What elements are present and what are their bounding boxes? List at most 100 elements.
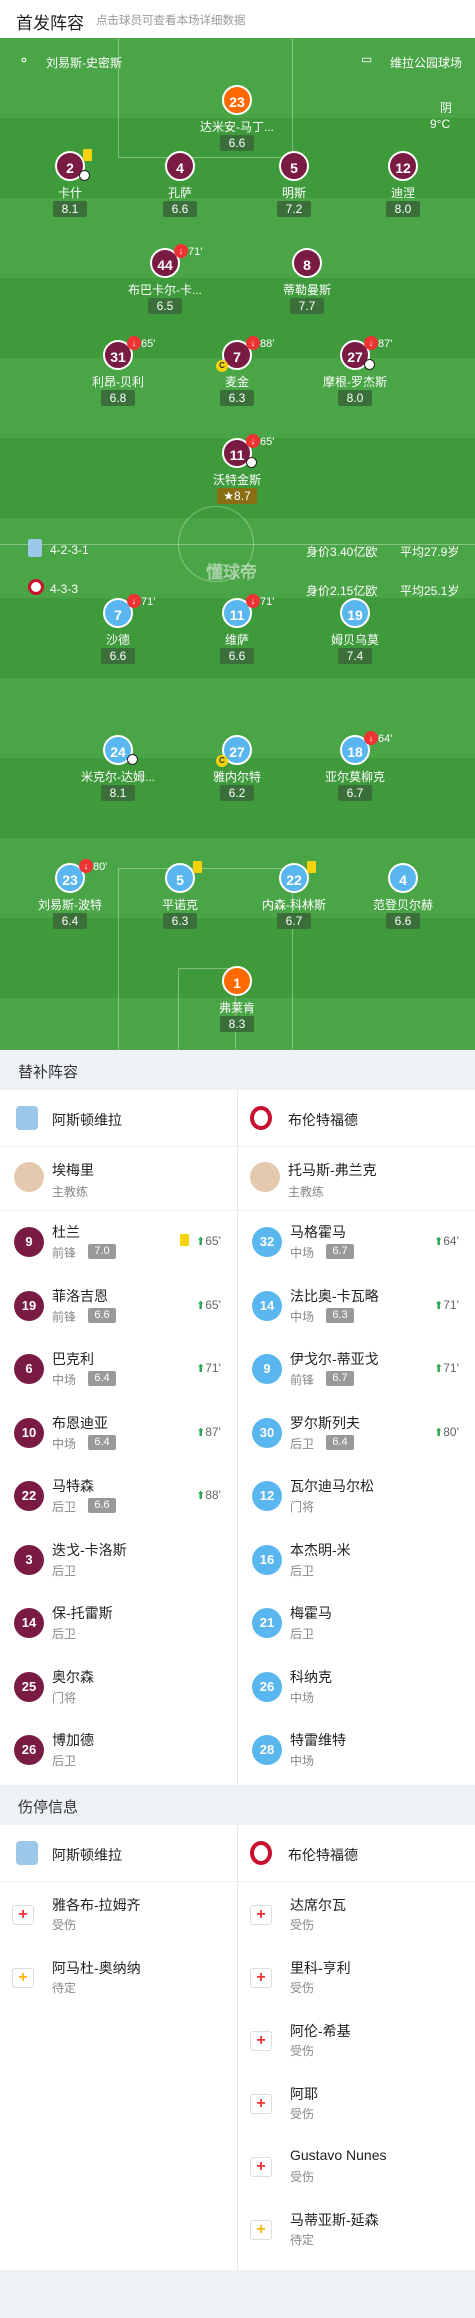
away-injury-row[interactable]: + 达席尔瓦 受伤 [238, 1881, 475, 1944]
injury-status: 受伤 [290, 1918, 315, 1932]
away-sub-row[interactable]: 28 特雷维特 中场 [238, 1718, 475, 1781]
player-rating: 6.4 [53, 913, 87, 929]
player-rating: 6.6 [220, 648, 254, 664]
away-injury-row[interactable]: + 里科-亨利 受伤 [238, 1944, 475, 2007]
home-player[interactable]: 31 利昂-贝利 6.8 ↓ 65' [73, 336, 163, 416]
home-sub-row[interactable]: 22 马特森 后卫 6.6 ⬆88' [0, 1464, 237, 1527]
home-player[interactable]: 27 摩根-罗杰斯 8.0 ↓ 87' [310, 336, 400, 416]
away-sub-row[interactable]: 32 马格霍马 中场 6.7 ⬆64' [238, 1210, 475, 1273]
away-player[interactable]: 19 姆贝乌莫 7.4 [310, 598, 400, 674]
away-sub-row[interactable]: 12 瓦尔迪马尔松 门将 [238, 1464, 475, 1527]
away-player[interactable]: 27 雅内尔特 6.2 C [192, 735, 282, 811]
away-player[interactable]: 5 平诺克 6.3 [135, 861, 225, 939]
player-name: 卡什 [57, 186, 82, 200]
away-crest-icon [28, 579, 44, 595]
sub-rating: 6.6 [88, 1498, 116, 1513]
away-player[interactable]: 23 刘易斯-波特 6.4 ↓ 80' [25, 859, 115, 939]
injured-player-name: 阿耶 [290, 2086, 318, 2102]
away-player[interactable]: 24 米克尔-达姆... 8.1 [73, 735, 163, 811]
sub-minute: 65' [141, 338, 156, 350]
player-rating: 6.8 [101, 390, 135, 406]
away-player[interactable]: 1 弗莱肯 8.3 [192, 966, 282, 1042]
home-coach-avatar[interactable] [14, 1162, 44, 1192]
sub-rating: 6.4 [88, 1434, 116, 1450]
home-player[interactable]: 5 明斯 7.2 [249, 151, 339, 227]
home-player[interactable]: 12 迪涅 8.0 [358, 151, 448, 227]
injury-status: 受伤 [290, 2170, 315, 2184]
away-coach-avatar[interactable] [250, 1162, 280, 1192]
away-injury-row[interactable]: + 阿伦-希基 受伤 [238, 2007, 475, 2070]
player-name: 明斯 [281, 186, 306, 200]
injury-status: 受伤 [290, 1981, 315, 1995]
away-coach-name[interactable]: 托马斯-弗兰克 [288, 1160, 377, 1180]
sub-number: 6 [14, 1354, 44, 1384]
sub-name: 罗尔斯列夫 [290, 1414, 360, 1431]
sub-minute: 71' [260, 596, 275, 608]
subs-panel: 阿斯顿维拉 布伦特福德 埃梅里 主教练 托马斯-弗兰克 主教练 9 杜兰 前锋 7.0… [0, 1090, 475, 1785]
sub-position: 门将 [290, 1500, 315, 1514]
sub-in-minute: ⬆71' [196, 1361, 221, 1375]
home-sub-row[interactable]: 19 菲洛吉恩 前锋 6.6 ⬆65' [0, 1274, 237, 1337]
away-crest-icon [250, 1841, 272, 1865]
subs-section-title: 替补阵容 [0, 1050, 475, 1090]
home-player[interactable]: 7 麦金 6.3 ↓ 88' C [192, 336, 282, 416]
home-player[interactable]: 2 卡什 8.1 [25, 149, 115, 227]
home-player[interactable]: 11 沃特金斯 ★8.7 ↓ 65' [192, 434, 282, 514]
stadium-icon: ▭ [361, 52, 373, 66]
away-sub-row[interactable]: 9 伊戈尔-蒂亚戈 前锋 6.7 ⬆71' [238, 1337, 475, 1400]
player-number: 5 [165, 863, 195, 893]
injured-player-name: 阿伦-希基 [290, 2023, 351, 2039]
away-sub-row[interactable]: 16 本杰明-米 后卫 [238, 1528, 475, 1591]
sub-in-icon: ⬆ [196, 1299, 206, 1312]
away-player[interactable]: 4 范登贝尔赫 6.6 [358, 863, 448, 939]
away-sub-row[interactable]: 21 梅霍马 后卫 [238, 1591, 475, 1654]
home-sub-row[interactable]: 14 保-托雷斯 后卫 [0, 1591, 237, 1654]
away-injury-row[interactable]: + 阿耶 受伤 [238, 2070, 475, 2133]
player-name: 布巴卡尔-卡... [128, 283, 202, 297]
home-sub-row[interactable]: 25 奥尔森 门将 [0, 1655, 237, 1718]
home-sub-row[interactable]: 10 布恩迪亚 中场 6.4 ⬆87' [0, 1401, 237, 1464]
sub-number: 30 [252, 1417, 282, 1448]
home-player[interactable]: 23 达米安-马丁... 6.6 [192, 85, 282, 161]
home-sub-row[interactable]: 26 博加德 后卫 [0, 1718, 237, 1781]
home-injury-row[interactable]: + 雅各布-拉姆齐 受伤 [0, 1881, 237, 1944]
sub-position: 前锋 [52, 1309, 77, 1324]
away-player[interactable]: 18 亚尔莫柳克 6.7 ↓ 64' [310, 731, 400, 811]
pitch: 懂球帝 ⚬ 刘易斯-史密斯 ▭ 维拉公园球场 阴 9°C 4-2-3-1 身价3… [0, 38, 475, 1050]
player-name: 内森-科林斯 [262, 898, 326, 912]
away-player[interactable]: 11 维萨 6.6 ↓ 71' [192, 594, 282, 674]
away-player[interactable]: 7 沙德 6.6 ↓ 71' [73, 594, 163, 674]
away-injury-row[interactable]: + 马蒂亚斯-延森 待定 [238, 2196, 475, 2259]
away-sub-row[interactable]: 26 科纳克 中场 [238, 1655, 475, 1718]
player-rating: 6.6 [163, 201, 197, 217]
away-sub-row[interactable]: 30 罗尔斯列夫 后卫 6.4 ⬆80' [238, 1401, 475, 1464]
home-coach-name[interactable]: 埃梅里 [52, 1160, 94, 1180]
home-player[interactable]: 4 孔萨 6.6 [135, 151, 225, 227]
home-crest-icon [16, 1841, 38, 1865]
sub-position: 后卫 [290, 1436, 315, 1451]
home-sub-row[interactable]: 3 迭戈-卡洛斯 后卫 [0, 1528, 237, 1591]
away-injury-row[interactable]: + Gustavo Nunes 受伤 [238, 2133, 475, 2196]
sub-in-minute: ⬆65' [196, 1234, 221, 1248]
home-sub-row[interactable]: 9 杜兰 前锋 7.0 ⬆65' [0, 1210, 237, 1273]
sub-name: 奥尔森 [52, 1668, 94, 1685]
home-sub-row[interactable]: 6 巴克利 中场 6.4 ⬆71' [0, 1337, 237, 1400]
player-name: 迪涅 [390, 186, 415, 200]
sub-out-icon: ↓ [246, 434, 260, 448]
home-player[interactable]: 44 布巴卡尔-卡... 6.5 ↓ 71' [120, 244, 210, 324]
away-player[interactable]: 22 内森-科林斯 6.7 [249, 861, 339, 939]
sub-position: 中场 [290, 1690, 315, 1705]
yellow-card-icon [193, 861, 202, 873]
player-rating: 6.7 [338, 785, 372, 801]
player-name: 麦金 [224, 375, 249, 389]
away-value: 身价2.15亿欧 [306, 584, 378, 598]
home-player[interactable]: 8 蒂勒曼斯 7.7 [262, 248, 352, 324]
home-injury-row[interactable]: + 阿马杜-奥纳纳 待定 [0, 1944, 237, 2007]
home-coach-role: 主教练 [52, 1185, 89, 1199]
sub-rating: 7.0 [88, 1244, 116, 1259]
page-subtitle: 点击球员可查看本场详细数据 [96, 15, 246, 27]
player-rating: 8.1 [101, 785, 135, 801]
lineup-header: 首发阵容 点击球员可查看本场详细数据 [0, 0, 475, 38]
sub-rating: 6.7 [326, 1371, 354, 1386]
away-sub-row[interactable]: 14 法比奥-卡瓦略 中场 6.3 ⬆71' [238, 1274, 475, 1337]
